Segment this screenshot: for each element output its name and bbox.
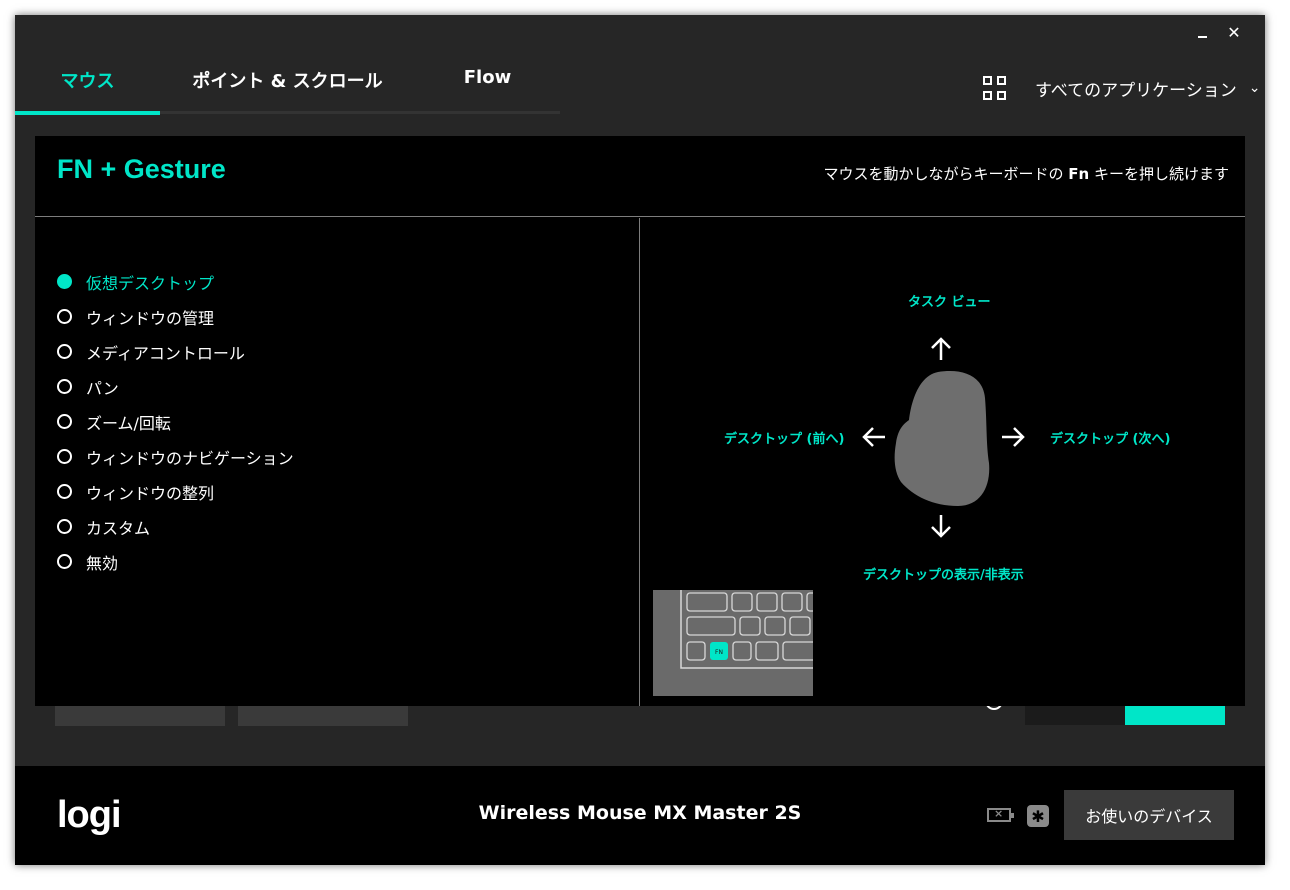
radio-icon: [57, 449, 72, 464]
panel-title: FN + Gesture: [57, 154, 226, 184]
tab-bar: マウス ポイント & スクロール Flow: [15, 55, 560, 115]
tab-flow[interactable]: Flow: [415, 55, 560, 115]
gesture-right-label: デスクトップ (次へ): [1050, 432, 1171, 447]
arrow-right-icon: [1002, 427, 1025, 447]
panel-hint: マウスを動かしながらキーボードの Fn キーを押し続けます: [823, 165, 1230, 183]
tab-mouse[interactable]: マウス: [15, 55, 160, 115]
radio-selected-icon: [57, 274, 72, 289]
radio-icon: [57, 519, 72, 534]
close-button[interactable]: ✕: [1219, 19, 1249, 45]
arrow-up-icon: [931, 337, 951, 360]
battery-icon: ×: [987, 807, 1014, 822]
arrow-left-icon: [862, 427, 885, 447]
minimize-button[interactable]: [1187, 19, 1217, 45]
minimize-icon: [1197, 36, 1207, 38]
background-toggle-on: [1125, 705, 1225, 725]
grid-icon: [983, 76, 1007, 100]
option-pan[interactable]: パン: [57, 369, 294, 404]
arrow-down-icon: [931, 515, 951, 538]
radio-icon: [57, 484, 72, 499]
app-window: ✕ マウス ポイント & スクロール Flow すべてのアプリケーション ⌄ F…: [15, 15, 1265, 865]
panel-header: FN + Gesture マウスを動かしながらキーボードの Fn キーを押し続け…: [35, 136, 1245, 217]
option-window-management[interactable]: ウィンドウの管理: [57, 299, 294, 334]
radio-icon: [57, 309, 72, 324]
radio-icon: [57, 379, 72, 394]
option-media-control[interactable]: メディアコントロール: [57, 334, 294, 369]
fn-key-label: FN: [715, 649, 723, 656]
keyboard-illustration: FN: [653, 590, 813, 696]
gesture-down-label: デスクトップの表示/非表示: [863, 568, 1024, 583]
close-icon: ✕: [1227, 22, 1241, 42]
gesture-up-label: タスク ビュー: [908, 295, 991, 310]
option-virtual-desktop[interactable]: 仮想デスクトップ: [57, 264, 294, 299]
option-disabled[interactable]: 無効: [57, 544, 294, 579]
chevron-down-icon: ⌄: [1248, 80, 1261, 96]
application-selector-label: すべてのアプリケーション: [1035, 80, 1237, 101]
mouse-icon: [894, 371, 990, 506]
option-custom[interactable]: カスタム: [57, 509, 294, 544]
radio-icon: [57, 554, 72, 569]
gesture-panel: FN + Gesture マウスを動かしながらキーボードの Fn キーを押し続け…: [35, 136, 1245, 706]
gesture-left-label: デスクトップ (前へ): [724, 432, 845, 447]
background-toggle-off: [1025, 705, 1125, 725]
radio-icon: [57, 344, 72, 359]
gesture-option-list: 仮想デスクトップ ウィンドウの管理 メディアコントロール パン ズーム/回転 ウ…: [57, 264, 294, 579]
option-zoom-rotate[interactable]: ズーム/回転: [57, 404, 294, 439]
option-window-navigation[interactable]: ウィンドウのナビゲーション: [57, 439, 294, 474]
unifying-receiver-icon: ✱: [1027, 805, 1049, 827]
background-button-2: [238, 704, 408, 726]
footer-bar: logi Wireless Mouse MX Master 2S × ✱ お使い…: [15, 766, 1265, 865]
tab-active-indicator: [15, 111, 160, 115]
fn-key-text: Fn: [1068, 165, 1090, 183]
application-selector[interactable]: すべてのアプリケーション ⌄: [983, 73, 1261, 103]
tab-point-scroll[interactable]: ポイント & スクロール: [160, 55, 415, 115]
my-devices-button[interactable]: お使いのデバイス: [1064, 790, 1234, 840]
radio-icon: [57, 414, 72, 429]
panel-divider: [639, 218, 640, 706]
option-window-arrange[interactable]: ウィンドウの整列: [57, 474, 294, 509]
background-button-1: [55, 704, 225, 726]
